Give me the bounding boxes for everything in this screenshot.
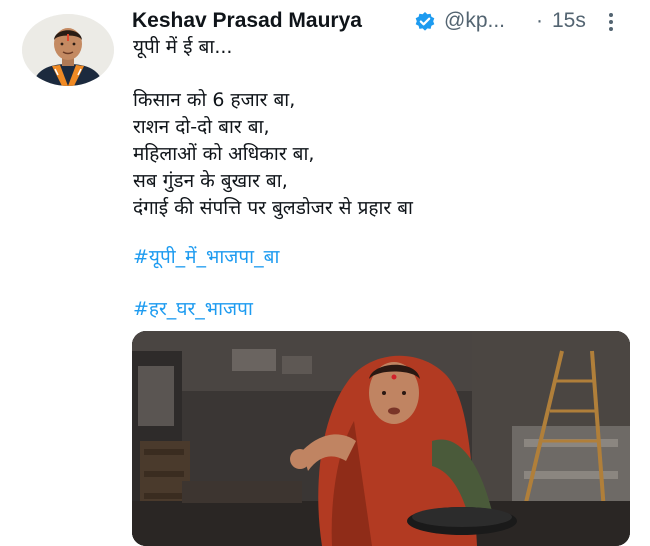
tweet-text-line: यूपी में ई बा...: [133, 36, 233, 58]
avatar-image: [22, 14, 114, 86]
hashtag-link[interactable]: #यूपी_में_भाजपा_बा: [133, 244, 279, 270]
tweet-text-line: दंगाई की संपत्ति पर बुलडोजर से प्रहार बा: [133, 197, 413, 219]
tweet-text-line: महिलाओं को अधिकार बा,: [133, 143, 315, 165]
tweet-text-line: राशन दो-दो बार बा,: [133, 116, 270, 138]
verified-badge-icon: [414, 11, 436, 33]
tweet-text-line: किसान को 6 हजार बा,: [133, 89, 296, 111]
timestamp[interactable]: 15s: [552, 9, 586, 33]
more-vertical-icon[interactable]: [604, 10, 618, 34]
tweet-media-image[interactable]: [132, 331, 630, 546]
avatar[interactable]: [22, 14, 114, 86]
tweet[interactable]: Keshav Prasad Maurya @kp... · 15s यूपी म…: [0, 0, 650, 546]
display-name[interactable]: Keshav Prasad Maurya: [132, 9, 362, 33]
media-photo: [132, 331, 630, 546]
separator-dot: ·: [536, 9, 543, 32]
hashtag-link[interactable]: #हर_घर_भाजपा: [133, 296, 253, 322]
tweet-header: Keshav Prasad Maurya @kp... · 15s: [132, 8, 632, 36]
tweet-text-line: सब गुंडन के बुखार बा,: [133, 170, 288, 192]
user-handle[interactable]: @kp...: [444, 9, 505, 33]
